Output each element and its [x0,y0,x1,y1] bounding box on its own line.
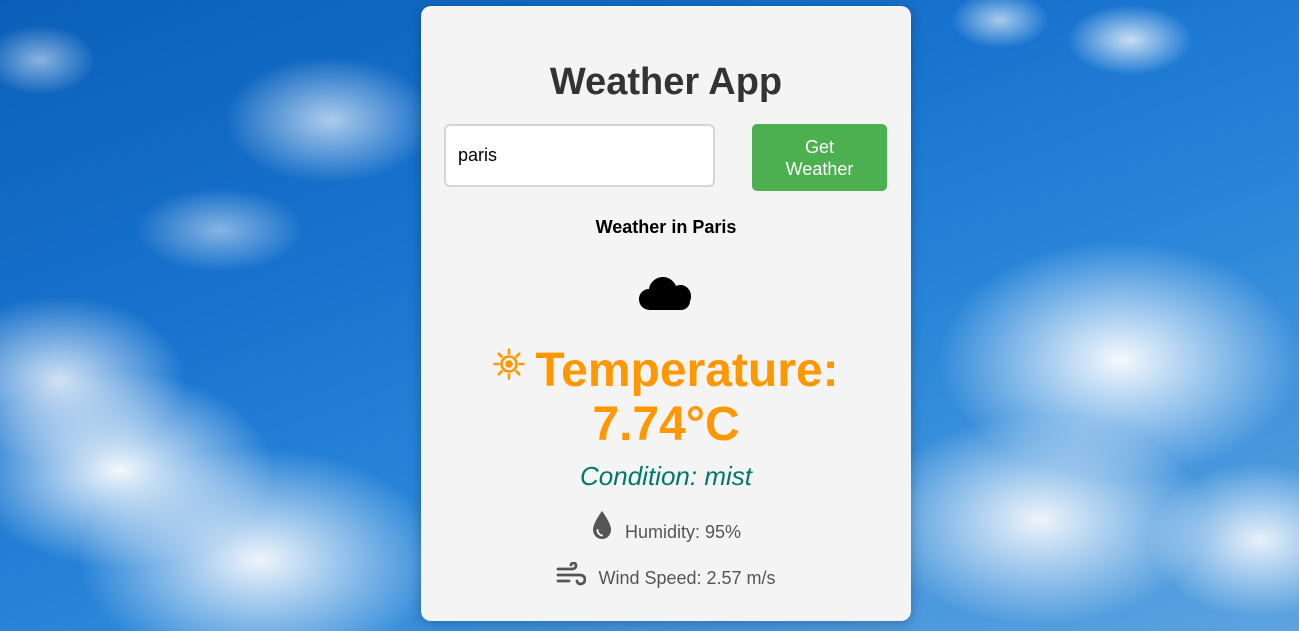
weather-card: Weather App Get Weather Weather in Paris… [421,6,911,621]
wind-row: Wind Speed: 2.57 m/s [421,562,911,589]
temperature-text: Temperature: 7.74°C [535,344,839,451]
humidity-row: Humidity: 95% [421,510,911,543]
city-search-input[interactable] [444,124,715,187]
get-weather-button[interactable]: Get Weather [752,124,887,191]
wind-icon [557,562,587,586]
location-heading: Weather in Paris [595,217,737,237]
water-drop-icon [592,511,611,539]
page-title: Weather App [549,61,783,103]
temperature-display: Temperature: 7.74°C [421,344,911,452]
sun-icon [493,348,526,380]
condition-text: Condition: mist [580,461,752,491]
cloud-icon [639,277,691,310]
wind-text: Wind Speed: 2.57 m/s [598,568,776,588]
humidity-text: Humidity: 95% [624,522,742,542]
